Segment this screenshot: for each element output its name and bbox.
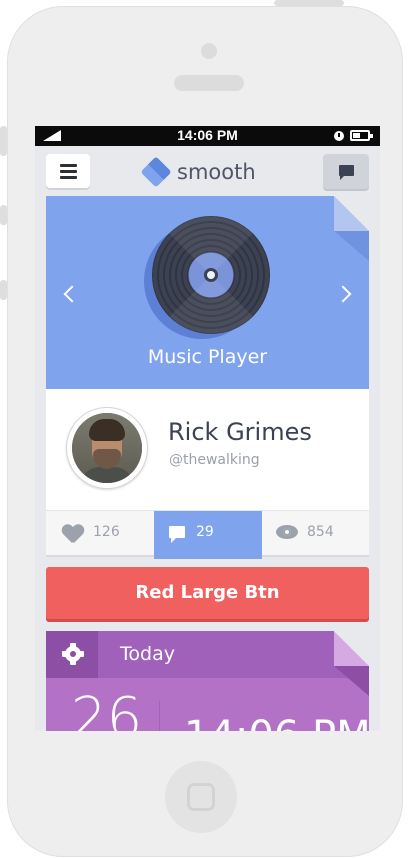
page-fold	[334, 196, 369, 231]
eye-icon	[276, 525, 298, 539]
record-icon[interactable]	[152, 216, 270, 334]
gear-icon	[62, 646, 84, 662]
red-large-button[interactable]: Red Large Btn	[46, 567, 369, 619]
home-button[interactable]	[165, 761, 237, 833]
earpiece-speaker	[174, 75, 244, 91]
profile-name: Rick Grimes	[168, 418, 312, 446]
chat-icon	[339, 165, 354, 180]
phone-frame: 14:06 PM smooth Music Player Rick Grimes…	[7, 6, 403, 857]
menu-icon	[60, 164, 77, 167]
side-button	[274, 0, 344, 6]
profile-card: Rick Grimes @thewalking	[46, 389, 369, 510]
battery-icon	[350, 130, 373, 141]
today-header: Today	[46, 631, 369, 678]
avatar[interactable]	[66, 407, 148, 489]
side-button	[0, 280, 7, 300]
profile-handle[interactable]: @thewalking	[169, 452, 260, 468]
today-card: Today 26 14:06 PM	[46, 631, 369, 731]
likes-count: 126	[93, 524, 120, 540]
heart-icon	[62, 525, 84, 543]
views-stat[interactable]: 854	[262, 511, 369, 555]
front-camera	[201, 43, 217, 59]
current-time: 14:06 PM	[184, 713, 369, 731]
logo-text: smooth	[177, 160, 256, 184]
chat-button[interactable]	[323, 154, 369, 189]
comments-stat[interactable]: 29	[154, 511, 262, 559]
settings-button[interactable]	[46, 631, 98, 678]
comment-icon	[169, 526, 185, 543]
menu-button[interactable]	[46, 154, 90, 188]
side-button	[0, 205, 7, 225]
today-title: Today	[120, 643, 175, 665]
comments-count: 29	[196, 524, 214, 540]
top-bar: smooth	[35, 146, 380, 196]
stats-bar: 126 29 854	[46, 510, 369, 559]
music-player-card: Music Player	[46, 196, 369, 389]
app-logo: smooth	[145, 157, 256, 187]
screen: 14:06 PM smooth Music Player Rick Grimes…	[35, 126, 380, 731]
chevron-right-icon[interactable]	[334, 285, 352, 303]
side-button	[0, 126, 7, 156]
status-bar: 14:06 PM	[35, 126, 380, 146]
chevron-left-icon[interactable]	[63, 285, 81, 303]
music-player-title: Music Player	[147, 346, 268, 368]
logo-mark-icon	[140, 156, 171, 187]
status-time: 14:06 PM	[177, 127, 238, 143]
day-number: 26	[71, 686, 143, 731]
likes-stat[interactable]: 126	[46, 511, 154, 555]
alarm-icon	[334, 131, 344, 141]
home-square-icon	[187, 783, 215, 811]
page-fold	[334, 631, 369, 666]
views-count: 854	[307, 524, 334, 540]
